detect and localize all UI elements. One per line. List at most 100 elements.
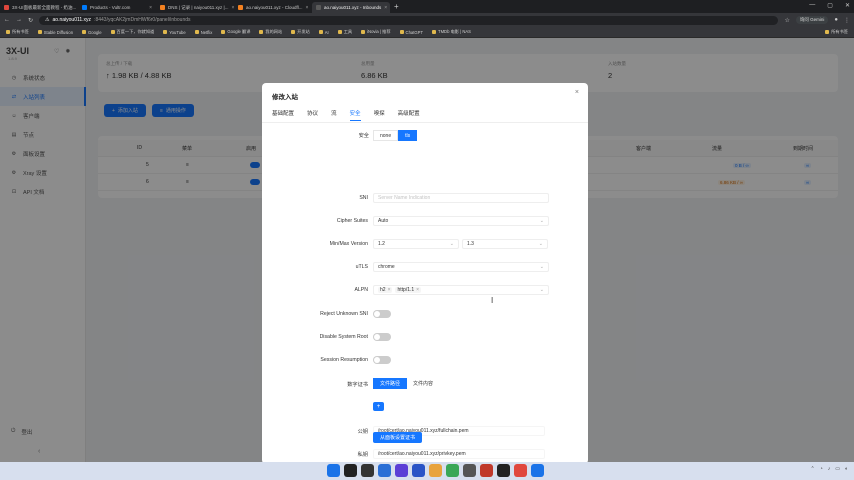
alpn-chip: http/1.1 ×	[395, 287, 422, 293]
url-field[interactable]: ⚠ ao.naiyou011.xyz:8443/yqcAK2jmDmHWf6r0…	[39, 15, 779, 25]
chevron-up-icon[interactable]: ⌃	[811, 466, 815, 472]
security-option-tls[interactable]: tls	[398, 130, 418, 141]
minimize-icon[interactable]: —	[809, 2, 815, 9]
modal-tab[interactable]: 高级配置	[398, 109, 420, 121]
site-info-icon[interactable]: ⚠	[45, 17, 49, 23]
bookmark-item[interactable]: 所有书签	[825, 29, 848, 35]
add-cert-button[interactable]: +	[373, 402, 384, 411]
cipher-value: Auto	[378, 218, 389, 224]
pubkey-label: 公钥	[357, 429, 368, 435]
taskbar-apps	[327, 464, 544, 477]
alpn-select[interactable]: h2 × http/1.1 × ⌄	[373, 285, 549, 295]
browser-tab[interactable]: Products - Vultr.com ×	[78, 2, 156, 13]
taskbar-app-icon[interactable]	[378, 464, 391, 477]
bookmark-item[interactable]: YouTube	[163, 30, 186, 35]
min-version-select[interactable]: 1.2 ⌄	[373, 239, 459, 249]
bookmark-item[interactable]: Stable Diffusion	[37, 30, 73, 35]
close-window-icon[interactable]: ✕	[845, 2, 850, 9]
taskbar-app-icon[interactable]	[344, 464, 357, 477]
utls-select[interactable]: chrome ⌄	[373, 262, 549, 272]
bookmark-icon	[318, 30, 323, 34]
bookmark-item[interactable]: 所有书签	[6, 29, 29, 35]
close-icon[interactable]: ×	[388, 287, 391, 293]
address-bar: ← → ↻ ⚠ ao.naiyou011.xyz:8443/yqcAK2jmDm…	[0, 13, 854, 27]
taskbar-app-icon[interactable]	[497, 464, 510, 477]
bookmark-item[interactable]: Google	[82, 30, 102, 35]
favicon-icon	[160, 5, 165, 10]
modal-tab[interactable]: 嗅探	[374, 109, 385, 121]
modal-tabs: 基础配置 协议 流安全 嗅探 高级配置	[272, 109, 420, 121]
bookmark-item[interactable]: 百度一下，你就知道	[110, 29, 155, 35]
bookmark-item[interactable]: Netflix	[194, 30, 212, 35]
privkey-value: /root/cert/ao.naiyou011.xyz/privkey.pem	[378, 451, 466, 457]
security-option-none[interactable]: none	[373, 130, 399, 141]
bookmark-label: 所有书签	[12, 29, 29, 34]
taskbar-app-icon[interactable]	[395, 464, 408, 477]
modal-title: 修改入站	[272, 94, 298, 101]
forward-icon[interactable]: →	[16, 17, 22, 23]
sni-input[interactable]: Server Name Indication	[373, 193, 549, 203]
wifi-icon[interactable]: ◔	[820, 466, 823, 472]
cert-option-path[interactable]: 文件路径	[373, 378, 408, 389]
taskbar-app-icon[interactable]	[429, 464, 442, 477]
close-tab-icon[interactable]: ×	[384, 5, 387, 11]
taskbar-app-icon[interactable]	[463, 464, 476, 477]
notification-icon[interactable]: ◐	[845, 466, 848, 472]
bookmark-item[interactable]: 开发站	[291, 29, 310, 35]
close-icon[interactable]: ×	[416, 287, 419, 293]
browser-tab[interactable]: DNS | 记录 | naiyou011.xyz |... ×	[156, 2, 234, 13]
bookmark-icon	[163, 30, 168, 34]
reload-icon[interactable]: ↻	[28, 17, 33, 24]
reject-sni-toggle[interactable]	[373, 310, 391, 318]
session-resumption-toggle[interactable]	[373, 356, 391, 364]
bookmark-icon	[82, 30, 87, 34]
battery-icon[interactable]: ▭	[835, 466, 840, 472]
disable-root-toggle[interactable]	[373, 333, 391, 341]
browser-tab[interactable]: 3X-UI面板最新全面教程 - 奶油...×	[0, 2, 78, 13]
browser-tab[interactable]: ao.naiyou011.xyz - Cloudfl... ×	[234, 2, 312, 13]
modal-tab[interactable]: 流	[331, 109, 337, 121]
bookmark-item[interactable]: ChatGPT	[399, 30, 423, 35]
bookmark-item[interactable]: TMDb 电影 | NAS	[432, 29, 471, 35]
close-tab-icon[interactable]: ×	[305, 5, 308, 11]
maximize-icon[interactable]: ▢	[827, 2, 833, 9]
browser-tab-label: DNS | 记录 | naiyou011.xyz |...	[168, 4, 229, 10]
gemini-button[interactable]: 询问 Gemini	[795, 16, 829, 24]
bookmark-item[interactable]: iNovia | 推荐	[361, 29, 391, 35]
minmax-label: Min/Max Version	[329, 241, 368, 247]
cert-option-content[interactable]: 文件内容	[407, 378, 439, 389]
max-version-select[interactable]: 1.3 ⌄	[462, 239, 548, 249]
taskbar-app-icon[interactable]	[514, 464, 527, 477]
from-panel-cert-button[interactable]: 从面板设置证书	[373, 432, 423, 443]
modal-tab[interactable]: 协议	[307, 109, 318, 121]
taskbar-app-icon[interactable]	[531, 464, 544, 477]
menu-icon[interactable]: ⋮	[844, 17, 850, 24]
close-icon[interactable]: ×	[575, 89, 579, 96]
bookmark-label: 百度一下，你就知道	[116, 29, 155, 34]
bookmark-item[interactable]: Google 翻译	[221, 29, 250, 35]
volume-icon[interactable]: ♪	[828, 466, 831, 472]
bookmark-item[interactable]: 工具	[337, 29, 352, 35]
bookmark-item[interactable]: AI	[318, 30, 329, 35]
bookmark-label: Google	[88, 29, 102, 35]
bookmark-label: 开发站	[297, 29, 310, 34]
taskbar-app-icon[interactable]	[361, 464, 374, 477]
star-icon[interactable]: ☆	[784, 17, 789, 24]
modal-tab[interactable]: 基础配置	[272, 109, 294, 121]
taskbar-app-icon[interactable]	[480, 464, 493, 477]
privkey-input[interactable]: /root/cert/ao.naiyou011.xyz/privkey.pem	[373, 449, 545, 459]
cipher-select[interactable]: Auto ⌄	[373, 216, 549, 226]
taskbar-app-icon[interactable]	[412, 464, 425, 477]
bookmark-icon	[432, 30, 437, 34]
close-tab-icon[interactable]: ×	[149, 5, 152, 11]
taskbar-app-icon[interactable]	[327, 464, 340, 477]
favicon-icon	[4, 5, 9, 10]
new-tab-button[interactable]: +	[394, 2, 399, 11]
taskbar-app-icon[interactable]	[446, 464, 459, 477]
modal-tab[interactable]: 安全	[349, 109, 361, 121]
browser-tab-label: ao.naiyou011.xyz - Inbounds	[324, 5, 382, 10]
bookmark-item[interactable]: 我的网站	[259, 29, 282, 35]
profile-icon[interactable]: ●	[834, 17, 838, 23]
browser-tab[interactable]: ao.naiyou011.xyz - Inbounds ×	[312, 2, 390, 13]
back-icon[interactable]: ←	[4, 17, 10, 23]
